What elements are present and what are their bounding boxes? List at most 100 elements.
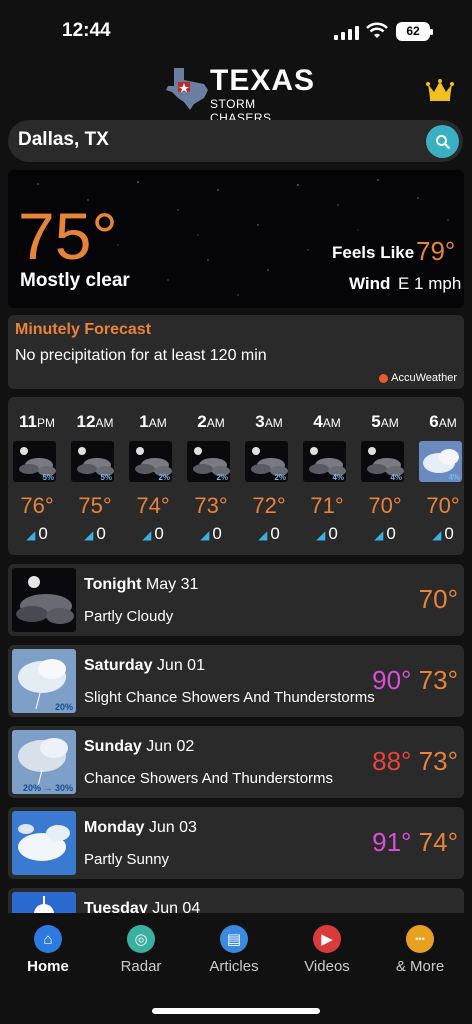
texas-map-icon <box>166 68 208 110</box>
wind-direction-icon: ◢ <box>258 528 268 542</box>
location-search-bar[interactable]: Dallas, TX <box>8 120 463 162</box>
tab-articles[interactable]: ▤ Articles <box>189 925 279 975</box>
minutely-forecast-card[interactable]: Minutely Forecast No precipitation for a… <box>8 315 464 389</box>
night-cloud-icon: 5% <box>71 441 114 482</box>
day-name: Sunday Jun 02 <box>84 738 194 756</box>
day-temperatures: 91° 74° <box>372 827 458 858</box>
hour-ampm: AM <box>322 416 341 430</box>
daily-row[interactable]: 20% Saturday Jun 01 Slight Chance Showers … <box>8 645 464 717</box>
hour-label: 4AM <box>298 412 356 432</box>
articles-icon: ▤ <box>220 925 248 953</box>
hour-number: 12 <box>76 412 96 431</box>
night-cloud-icon: 5% <box>13 441 56 482</box>
location-name[interactable]: Dallas, TX <box>18 129 109 151</box>
hourly-forecast-strip[interactable]: 11PM 5% 76° ◢ 0 12AM 5% 75° ◢ 0 1AM 2% 74° ◢ 0 2AM 2% 73°… <box>8 397 464 555</box>
hour-wind: ◢ 0 <box>240 524 298 544</box>
hour-label: 6AM <box>414 412 464 432</box>
day-condition: Chance Showers And Thunderstorms <box>84 770 334 787</box>
accuweather-sun-icon <box>379 373 389 383</box>
wind-speed: 0 <box>38 524 48 543</box>
logo-title: TEXAS <box>210 64 316 97</box>
daily-row[interactable]: Monday Jun 03 Partly Sunny 91° 74° <box>8 807 464 879</box>
wind-speed: 0 <box>96 524 106 543</box>
hour-ampm: AM <box>438 416 457 430</box>
tab-radar[interactable]: ◎ Radar <box>96 925 186 975</box>
precip-chance: 4% <box>448 473 460 482</box>
day-name: Saturday Jun 01 <box>84 657 205 675</box>
hour-temperature: 70° <box>426 493 460 518</box>
night-cloud-icon: 2% <box>129 441 172 482</box>
day-label: Sunday <box>84 738 142 755</box>
hour-ampm: AM <box>95 416 114 430</box>
more-icon: ••• <box>406 925 434 953</box>
day-date: Jun 02 <box>146 738 195 755</box>
wind-direction-icon: ◢ <box>142 528 152 542</box>
day-condition: Partly Sunny <box>84 851 170 868</box>
daily-row[interactable]: Tonight May 31 Partly Cloudy 70° <box>8 564 464 636</box>
hour-temperature: 76° <box>20 493 54 518</box>
precip-chance: 20% <box>54 702 73 712</box>
battery-icon: 62 <box>396 22 433 41</box>
day-label: Saturday <box>84 657 153 674</box>
low-temperature: 73° <box>418 665 458 695</box>
wind-speed: 0 <box>212 524 222 543</box>
precip-chance: 20% → 30% <box>22 783 73 793</box>
crown-icon[interactable] <box>426 78 454 102</box>
wind-speed: 0 <box>270 524 280 543</box>
daily-row[interactable]: 20% → 30% Sunday Jun 02 Chance Showers And… <box>8 726 464 798</box>
hour-wind: ◢ 0 <box>182 524 240 544</box>
precip-chance: 4% <box>390 473 402 482</box>
minutely-title: Minutely Forecast <box>15 321 152 338</box>
day-condition: Partly Cloudy <box>84 608 174 625</box>
hour-ampm: AM <box>380 416 399 430</box>
tab-label: Radar <box>120 958 162 975</box>
tab-home[interactable]: ⌂ Home <box>3 925 93 975</box>
hour-number: 6 <box>429 412 439 431</box>
signal-icon <box>334 24 359 40</box>
home-icon: ⌂ <box>34 925 62 953</box>
hour-number: 11 <box>19 412 37 431</box>
hour-temperature: 71° <box>310 493 344 518</box>
hour-label: 1AM <box>124 412 182 432</box>
hour-label: 3AM <box>240 412 298 432</box>
day-name: Monday Jun 03 <box>84 819 197 837</box>
tab-videos[interactable]: ▶ Videos <box>282 925 372 975</box>
low-temperature: 73° <box>418 746 458 776</box>
home-indicator <box>152 1008 320 1014</box>
tab-label: & More <box>395 958 445 975</box>
feels-like-value: 79° <box>416 236 456 266</box>
wind-direction-icon: ◢ <box>432 528 442 542</box>
status-bar: 12:44 62 <box>0 0 472 60</box>
wind-direction-icon: ◢ <box>200 528 210 542</box>
day-temperatures: 90° 73° <box>372 665 458 696</box>
wind-speed: 0 <box>328 524 338 543</box>
high-temperature: 90° <box>372 665 412 695</box>
day-temperatures: 88° 73° <box>372 746 458 777</box>
current-condition: Mostly clear <box>20 270 130 291</box>
weather-condition-icon: 20% <box>12 649 76 713</box>
night-cloud-icon: 4% <box>361 441 404 482</box>
tab-more[interactable]: ••• & More <box>375 925 465 975</box>
day-label: Monday <box>84 819 145 836</box>
search-button[interactable] <box>426 125 459 158</box>
wind-direction-icon: ◢ <box>84 528 94 542</box>
hour-temperature: 72° <box>252 493 286 518</box>
hour-wind: ◢ 0 <box>66 524 124 544</box>
wind-label: Wind <box>349 274 391 293</box>
high-temperature: 88° <box>372 746 412 776</box>
wifi-icon <box>366 22 388 38</box>
wind-direction-icon: ◢ <box>316 528 326 542</box>
hour-temperature: 70° <box>368 493 402 518</box>
precip-chance: 5% <box>42 473 54 482</box>
hour-temperature: 74° <box>136 493 170 518</box>
current-conditions-card[interactable]: 75° Mostly clear Feels Like 79° Wind E 1… <box>8 170 464 308</box>
hour-number: 1 <box>139 412 149 431</box>
hour-number: 5 <box>371 412 381 431</box>
wind-speed: 0 <box>444 524 454 543</box>
day-date: Jun 01 <box>156 657 205 674</box>
hour-wind: ◢ 0 <box>8 524 66 544</box>
tab-label: Videos <box>304 958 350 975</box>
day-date: Jun 03 <box>148 819 197 836</box>
search-icon <box>435 134 450 149</box>
precip-chance: 2% <box>216 473 228 482</box>
